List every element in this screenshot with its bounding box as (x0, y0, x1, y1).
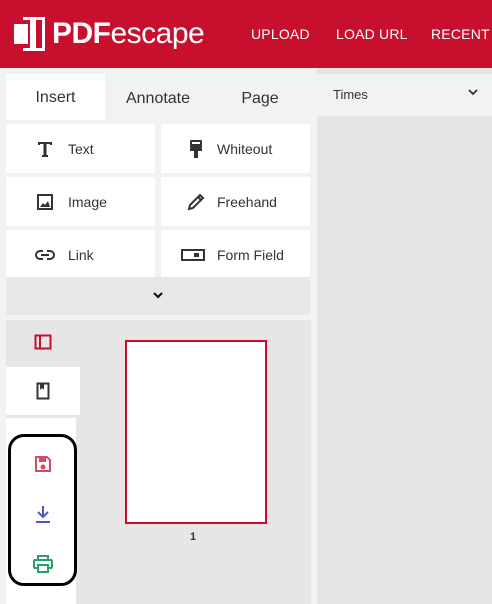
page-view-button[interactable] (6, 318, 80, 366)
tool-label: Freehand (217, 193, 277, 210)
tool-form-field-button[interactable]: Form Field (161, 230, 310, 279)
tool-image-button[interactable]: Image (6, 177, 155, 226)
pencil-icon (185, 191, 207, 213)
page-view-icon (34, 334, 52, 350)
link-icon (34, 244, 56, 266)
text-icon (34, 138, 56, 160)
tab-annotate[interactable]: Annotate (108, 74, 208, 124)
chevron-down-icon (468, 89, 478, 96)
pdfescape-logo[interactable]: PDFescape (14, 15, 205, 53)
insert-tools-panel: Text Whiteout Image Freehand Link Form F… (0, 120, 317, 320)
font-family-value: Times (333, 87, 368, 102)
nav-upload[interactable]: UPLOAD (251, 26, 310, 42)
nav-recent[interactable]: RECENT (431, 26, 490, 42)
app-header: PDFescape UPLOAD LOAD URL RECENT (0, 0, 492, 68)
whiteout-icon (185, 138, 207, 160)
logo-icon (14, 16, 46, 52)
tool-text-button[interactable]: Text (6, 124, 155, 173)
page-number-label: 1 (190, 531, 197, 543)
tool-label: Image (68, 193, 107, 210)
bookmark-icon (36, 382, 50, 400)
logo-text: PDFescape (52, 17, 205, 50)
tab-insert[interactable]: Insert (6, 74, 105, 124)
tool-label: Whiteout (217, 140, 273, 157)
bookmark-button[interactable] (6, 367, 80, 415)
tool-freehand-button[interactable]: Freehand (161, 177, 310, 226)
annotation-outline (8, 434, 77, 586)
form-field-icon (181, 244, 205, 266)
font-family-select[interactable]: Times (317, 74, 492, 116)
image-icon (34, 191, 56, 213)
document-canvas[interactable] (317, 116, 492, 604)
page-thumbnail[interactable] (125, 340, 267, 524)
tool-label: Text (68, 140, 94, 157)
tab-bar: Insert Annotate Page (0, 68, 317, 124)
tool-label: Link (68, 246, 94, 263)
nav-load-url[interactable]: LOAD URL (336, 26, 408, 42)
chevron-down-icon (153, 292, 163, 299)
tool-label: Form Field (217, 246, 284, 263)
expand-tools-button[interactable] (6, 277, 310, 315)
tool-whiteout-button[interactable]: Whiteout (161, 124, 310, 173)
tab-page[interactable]: Page (210, 74, 310, 124)
tool-link-button[interactable]: Link (6, 230, 155, 279)
